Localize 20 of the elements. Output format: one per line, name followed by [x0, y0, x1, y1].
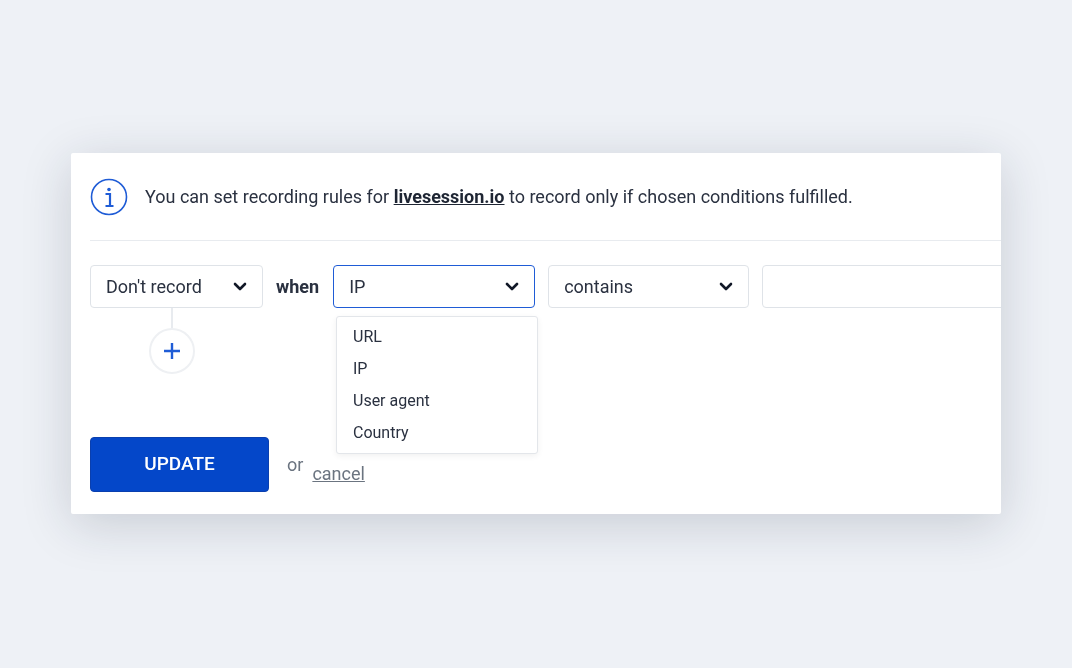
- operator-select[interactable]: contains: [548, 265, 750, 308]
- update-button[interactable]: UPDATE: [90, 437, 269, 492]
- chevron-down-icon: [719, 282, 734, 291]
- when-label: when: [276, 275, 320, 299]
- dropdown-option[interactable]: Country: [337, 417, 537, 449]
- info-icon: [90, 177, 128, 216]
- add-button[interactable]: [149, 328, 195, 374]
- chevron-down-icon: [505, 282, 520, 291]
- link[interactable]: livesession.io: [393, 186, 505, 207]
- field-select[interactable]: IP: [333, 265, 536, 308]
- or-label: or: [287, 453, 304, 477]
- action-select[interactable]: Don't record: [90, 265, 263, 308]
- dropdown-option[interactable]: IP: [337, 353, 537, 385]
- cancel-link[interactable]: cancel: [312, 460, 365, 487]
- chevron-down-icon: [233, 282, 247, 291]
- plus-icon: [163, 342, 181, 360]
- info-text: You can set recording rules for livesession.io to record only if chosen conditions fulfilled.: [145, 185, 853, 209]
- dropdown-option[interactable]: User agent: [337, 385, 537, 417]
- dropdown-option[interactable]: URL: [337, 321, 537, 353]
- value-field[interactable]: [762, 265, 1001, 308]
